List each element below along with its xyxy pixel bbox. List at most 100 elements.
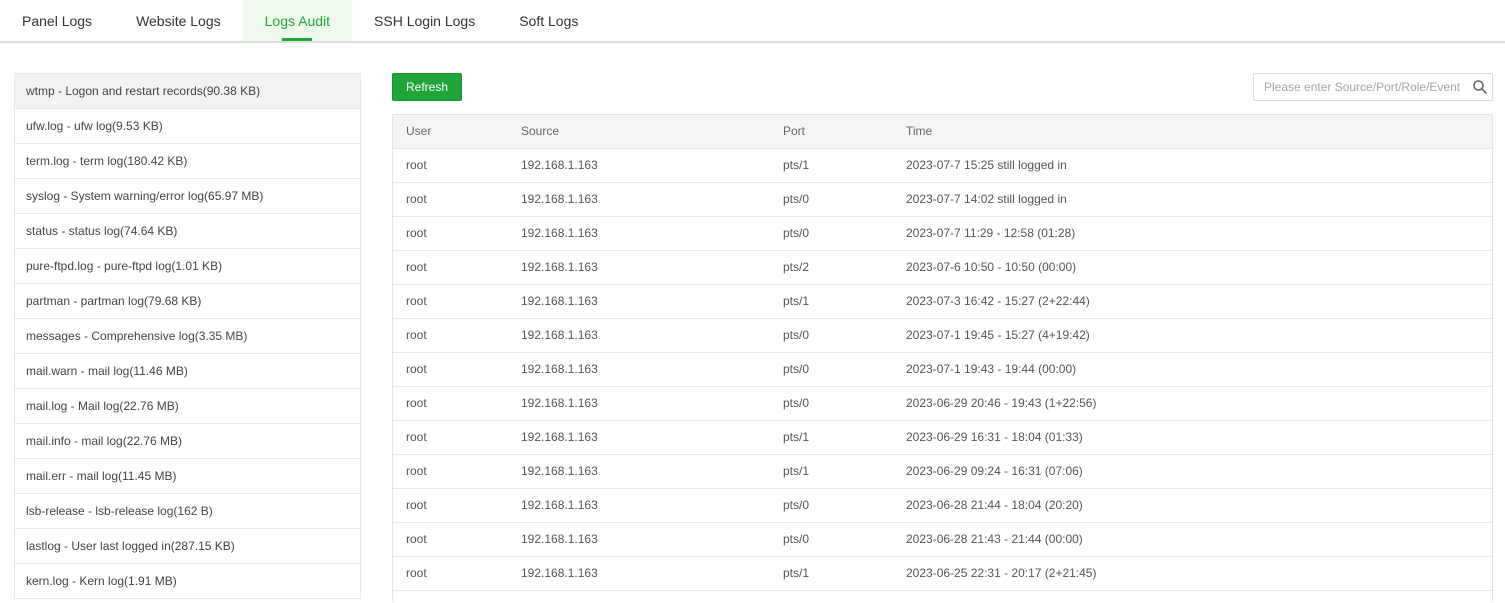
cell-source: 192.168.1.163 (508, 319, 770, 352)
cell-time: 2023-07-7 11:29 - 12:58 (01:28) (893, 217, 1492, 250)
cell-source: 192.168.1.163 (508, 523, 770, 556)
logs-audit-panel: Refresh UserSourcePortTime root192.168.1… (392, 73, 1493, 602)
table-row: root192.168.1.163pts/12023-06-29 16:31 -… (393, 421, 1492, 455)
table-row-partial (393, 591, 1492, 602)
table-row: root192.168.1.163pts/02023-06-28 21:44 -… (393, 489, 1492, 523)
cell-port: pts/0 (770, 387, 893, 420)
table-row: root192.168.1.163pts/12023-07-3 16:42 - … (393, 285, 1492, 319)
column-header-time: Time (893, 115, 1492, 148)
log-file-item-partman[interactable]: partman - partman log(79.68 KB) (15, 284, 360, 319)
table-row: root192.168.1.163pts/12023-06-25 22:31 -… (393, 557, 1492, 591)
cell-source: 192.168.1.163 (508, 421, 770, 454)
log-file-item-pure-ftpd-log[interactable]: pure-ftpd.log - pure-ftpd log(1.01 KB) (15, 249, 360, 284)
log-file-item-messages[interactable]: messages - Comprehensive log(3.35 MB) (15, 319, 360, 354)
cell-port: pts/0 (770, 353, 893, 386)
cell-time: 2023-06-28 21:43 - 21:44 (00:00) (893, 523, 1492, 556)
column-header-user: User (393, 115, 508, 148)
cell-time: 2023-07-7 15:25 still logged in (893, 149, 1492, 182)
cell-time: 2023-07-1 19:43 - 19:44 (00:00) (893, 353, 1492, 386)
table-row: root192.168.1.163pts/22023-07-6 10:50 - … (393, 251, 1492, 285)
cell-user: root (393, 353, 508, 386)
column-header-source: Source (508, 115, 770, 148)
cell-source: 192.168.1.163 (508, 489, 770, 522)
log-file-item-wtmp[interactable]: wtmp - Logon and restart records(90.38 K… (15, 74, 360, 109)
search-box (1253, 73, 1493, 101)
table-row: root192.168.1.163pts/02023-07-1 19:45 - … (393, 319, 1492, 353)
table-header: UserSourcePortTime (393, 115, 1492, 149)
table-row: root192.168.1.163pts/12023-06-29 09:24 -… (393, 455, 1492, 489)
cell-user: root (393, 455, 508, 488)
log-file-item-mail-log[interactable]: mail.log - Mail log(22.76 MB) (15, 389, 360, 424)
cell-time: 2023-07-6 10:50 - 10:50 (00:00) (893, 251, 1492, 284)
cell-port: pts/1 (770, 149, 893, 182)
cell-port: pts/0 (770, 489, 893, 522)
log-file-item-mail-info[interactable]: mail.info - mail log(22.76 MB) (15, 424, 360, 459)
cell-time: 2023-06-29 09:24 - 16:31 (07:06) (893, 455, 1492, 488)
cell-time: 2023-06-28 21:44 - 18:04 (20:20) (893, 489, 1492, 522)
table-body: root192.168.1.163pts/12023-07-7 15:25 st… (393, 149, 1492, 591)
cell-user: root (393, 319, 508, 352)
log-file-list: wtmp - Logon and restart records(90.38 K… (14, 73, 361, 599)
table-row: root192.168.1.163pts/02023-06-29 20:46 -… (393, 387, 1492, 421)
cell-source: 192.168.1.163 (508, 387, 770, 420)
cell-port: pts/1 (770, 557, 893, 590)
cell-user: root (393, 285, 508, 318)
log-file-item-mail-err[interactable]: mail.err - mail log(11.45 MB) (15, 459, 360, 494)
tab-website-logs[interactable]: Website Logs (114, 0, 243, 41)
cell-user: root (393, 149, 508, 182)
table-row: root192.168.1.163pts/02023-07-1 19:43 - … (393, 353, 1492, 387)
tab-ssh-login-logs[interactable]: SSH Login Logs (352, 0, 497, 41)
cell-port: pts/1 (770, 455, 893, 488)
cell-port: pts/0 (770, 319, 893, 352)
log-file-item-kern-log[interactable]: kern.log - Kern log(1.91 MB) (15, 564, 360, 599)
cell-port: pts/0 (770, 183, 893, 216)
cell-time: 2023-07-1 19:45 - 15:27 (4+19:42) (893, 319, 1492, 352)
cell-user: root (393, 523, 508, 556)
cell-source: 192.168.1.163 (508, 353, 770, 386)
table-row: root192.168.1.163pts/02023-06-28 21:43 -… (393, 523, 1492, 557)
cell-user: root (393, 557, 508, 590)
cell-time: 2023-06-29 16:31 - 18:04 (01:33) (893, 421, 1492, 454)
toolbar: Refresh (392, 73, 1493, 101)
tab-panel-logs[interactable]: Panel Logs (0, 0, 114, 41)
cell-source: 192.168.1.163 (508, 455, 770, 488)
table-row: root192.168.1.163pts/02023-07-7 14:02 st… (393, 183, 1492, 217)
cell-user: root (393, 251, 508, 284)
table-row: root192.168.1.163pts/02023-07-7 11:29 - … (393, 217, 1492, 251)
cell-port: pts/0 (770, 217, 893, 250)
cell-time: 2023-06-29 20:46 - 19:43 (1+22:56) (893, 387, 1492, 420)
search-input[interactable] (1253, 73, 1493, 101)
cell-port: pts/1 (770, 285, 893, 318)
column-header-port: Port (770, 115, 893, 148)
login-records-table: UserSourcePortTime root192.168.1.163pts/… (392, 114, 1493, 602)
cell-user: root (393, 183, 508, 216)
cell-time: 2023-07-7 14:02 still logged in (893, 183, 1492, 216)
log-file-item-ufw-log[interactable]: ufw.log - ufw log(9.53 KB) (15, 109, 360, 144)
cell-port: pts/0 (770, 523, 893, 556)
log-file-item-lastlog[interactable]: lastlog - User last logged in(287.15 KB) (15, 529, 360, 564)
cell-source: 192.168.1.163 (508, 557, 770, 590)
cell-port: pts/1 (770, 421, 893, 454)
log-file-item-mail-warn[interactable]: mail.warn - mail log(11.46 MB) (15, 354, 360, 389)
cell-source: 192.168.1.163 (508, 183, 770, 216)
cell-source: 192.168.1.163 (508, 285, 770, 318)
cell-time: 2023-07-3 16:42 - 15:27 (2+22:44) (893, 285, 1492, 318)
cell-source: 192.168.1.163 (508, 217, 770, 250)
log-file-item-syslog[interactable]: syslog - System warning/error log(65.97 … (15, 179, 360, 214)
cell-time: 2023-06-25 22:31 - 20:17 (2+21:45) (893, 557, 1492, 590)
tab-logs-audit[interactable]: Logs Audit (243, 0, 352, 41)
cell-source: 192.168.1.163 (508, 251, 770, 284)
cell-user: root (393, 387, 508, 420)
log-file-item-status[interactable]: status - status log(74.64 KB) (15, 214, 360, 249)
cell-user: root (393, 421, 508, 454)
log-file-item-term-log[interactable]: term.log - term log(180.42 KB) (15, 144, 360, 179)
log-tabs: Panel LogsWebsite LogsLogs AuditSSH Logi… (0, 0, 1505, 43)
search-icon[interactable] (1472, 79, 1488, 95)
log-file-item-lsb-release[interactable]: lsb-release - lsb-release log(162 B) (15, 494, 360, 529)
cell-source: 192.168.1.163 (508, 149, 770, 182)
cell-user: root (393, 217, 508, 250)
tab-soft-logs[interactable]: Soft Logs (497, 0, 600, 41)
cell-port: pts/2 (770, 251, 893, 284)
refresh-button[interactable]: Refresh (392, 73, 462, 101)
table-row: root192.168.1.163pts/12023-07-7 15:25 st… (393, 149, 1492, 183)
